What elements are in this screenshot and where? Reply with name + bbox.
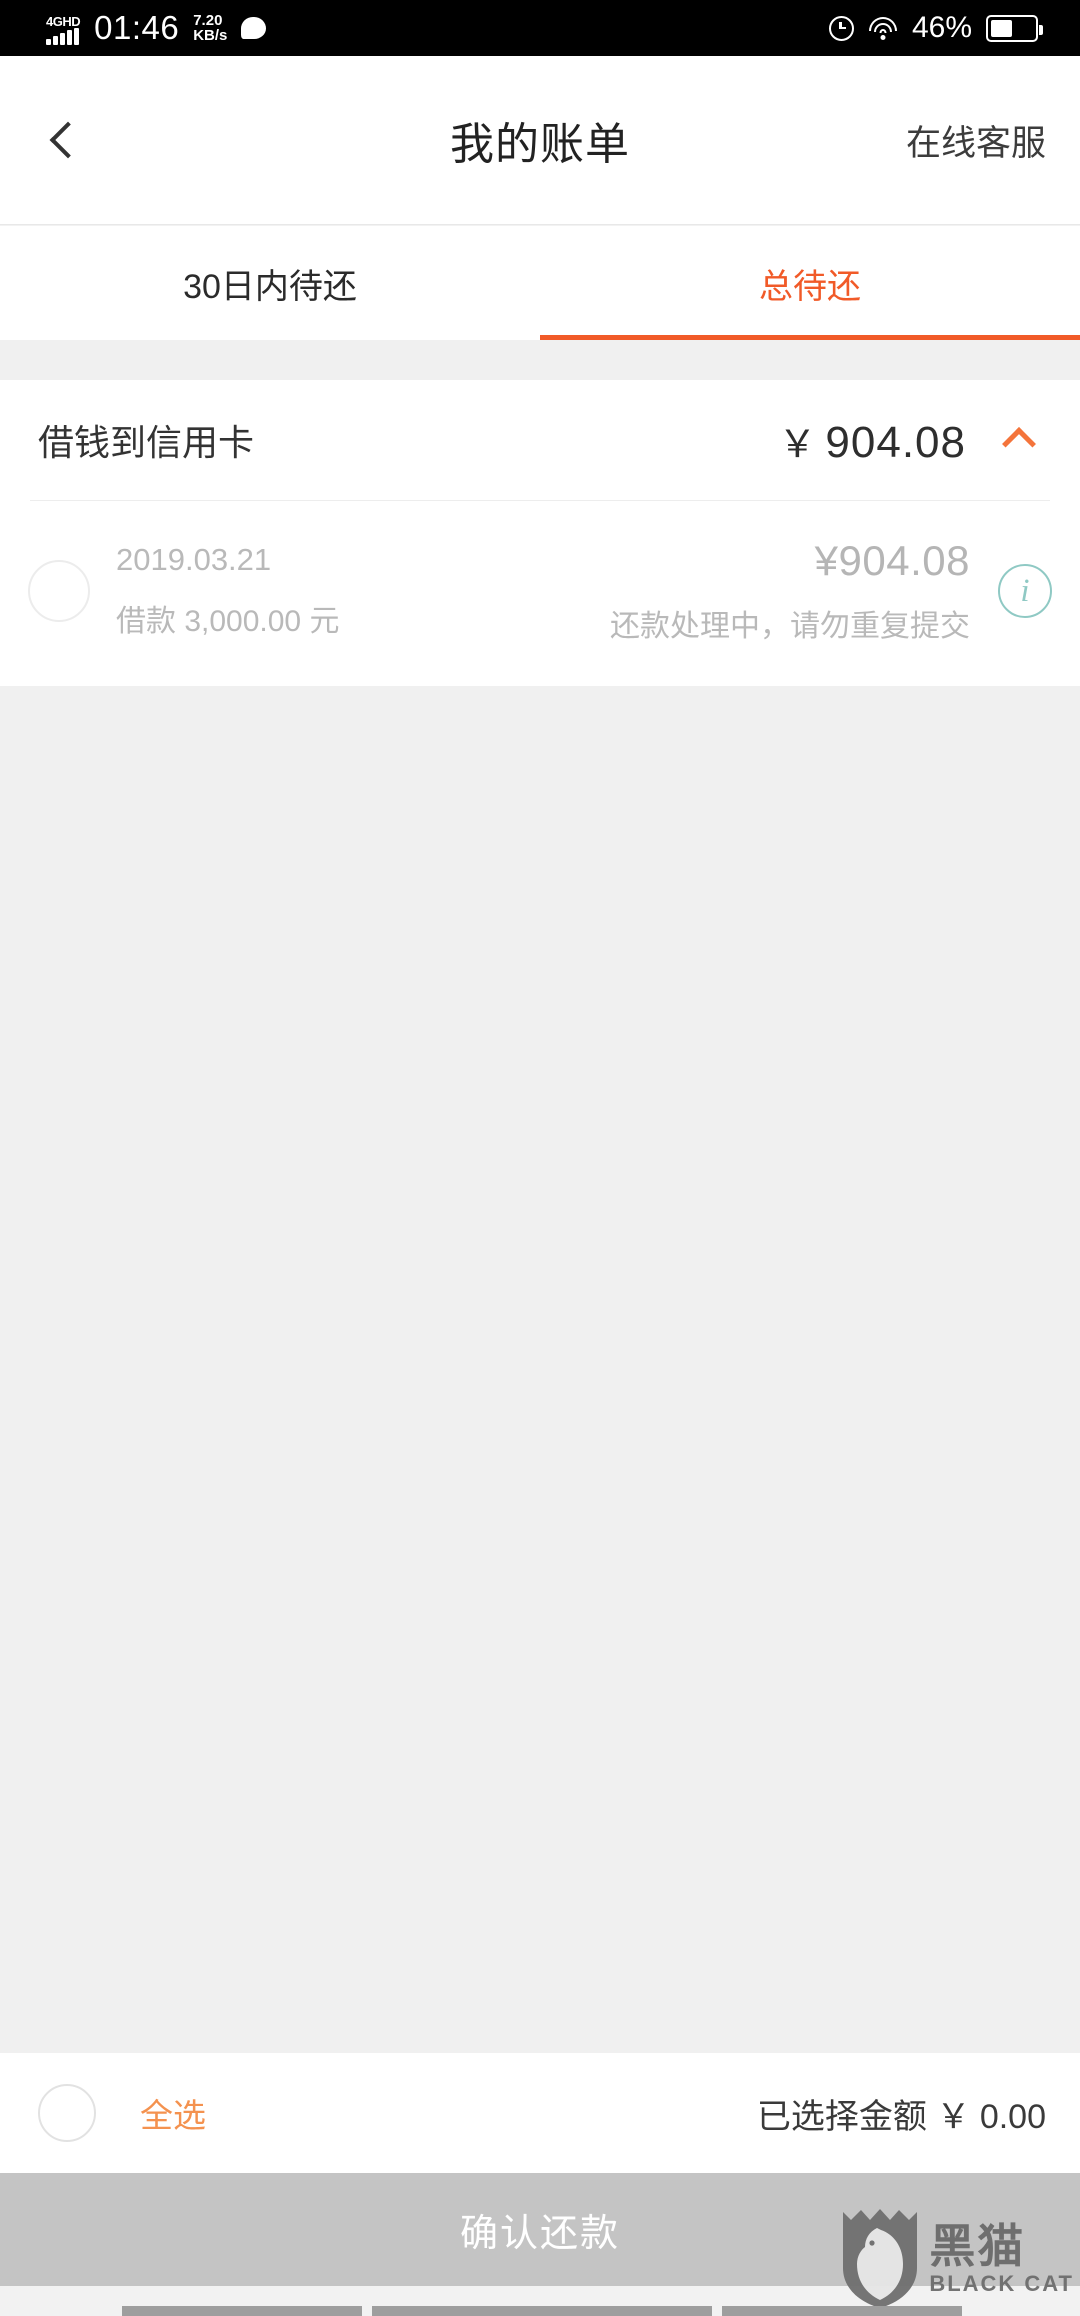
nav-back-hint[interactable] <box>122 2306 362 2316</box>
collapse-toggle-button[interactable] <box>992 425 1046 461</box>
tab-due-within-30-days[interactable]: 30日内待还 <box>0 226 540 340</box>
row-checkbox[interactable] <box>28 560 90 622</box>
watermark-text: 黑猫 BLACK CAT <box>929 2220 1074 2296</box>
tab-label: 30日内待还 <box>183 267 357 306</box>
tab-label: 总待还 <box>759 267 861 306</box>
row-right-info: ¥904.08 还款处理中，请勿重复提交 <box>610 537 976 645</box>
select-all-label[interactable]: 全选 <box>140 2089 206 2137</box>
signal-strength-icon: 4GHD <box>46 11 81 45</box>
chevron-left-icon <box>49 121 87 159</box>
empty-content-area <box>0 686 1080 2053</box>
message-bubble-icon <box>241 17 267 39</box>
chevron-up-icon <box>1002 426 1036 461</box>
row-status: 还款处理中，请勿重复提交 <box>610 610 970 643</box>
row-amount: ¥904.08 <box>814 537 970 584</box>
status-bar-right: 46% <box>828 11 1080 45</box>
select-all-checkbox[interactable] <box>38 2084 96 2142</box>
bill-card: 借钱到信用卡 ￥ 904.08 2019.03.21 借款 3,000.00 元 … <box>0 380 1080 693</box>
network-type-label: 4GHD <box>46 14 81 29</box>
bill-card-total: ￥ 904.08 <box>778 413 966 468</box>
network-speed-value: 7.20 <box>193 12 223 29</box>
selected-amount-label: 已选择金额 ￥ 0.00 <box>756 2097 1046 2136</box>
confirm-repayment-label: 确认还款 <box>459 2213 620 2255</box>
nav-recents-hint[interactable] <box>722 2306 962 2316</box>
info-icon-glyph: i <box>1020 572 1030 609</box>
android-navigation-bar <box>0 2290 1080 2316</box>
back-button[interactable] <box>30 102 106 178</box>
network-speed-unit: KB/s <box>193 27 228 44</box>
app-header: 我的账单 在线客服 <box>0 56 1080 225</box>
nav-home-hint[interactable] <box>372 2306 712 2316</box>
signal-bars-icon <box>46 28 79 45</box>
status-bar: 4GHD 01:46 7.20 KB/s 46% <box>0 0 1080 56</box>
currency-symbol: ￥ <box>778 423 818 466</box>
battery-percent-label: 46% <box>911 11 972 44</box>
row-date: 2019.03.21 <box>116 542 272 577</box>
status-bar-clock: 01:46 <box>94 9 180 46</box>
info-icon[interactable]: i <box>998 564 1052 618</box>
online-support-button[interactable]: 在线客服 <box>906 115 1046 166</box>
row-principal: 借款 3,000.00 元 <box>116 605 340 638</box>
tab-bar: 30日内待还 总待还 <box>0 226 1080 340</box>
bill-card-total-value: 904.08 <box>825 417 966 467</box>
battery-icon <box>986 14 1043 42</box>
table-row[interactable]: 2019.03.21 借款 3,000.00 元 ¥904.08 还款处理中，请… <box>0 501 1080 689</box>
phone-screen: 4GHD 01:46 7.20 KB/s 46% 我的账单 在线客服 30日内待… <box>0 0 1080 2316</box>
section-gap <box>0 340 1080 380</box>
row-left-info: 2019.03.21 借款 3,000.00 元 <box>116 542 339 640</box>
watermark-cn-label: 黑猫 <box>929 2220 1026 2272</box>
network-speed: 7.20 KB/s <box>193 13 227 43</box>
select-all-bar: 全选 已选择金额 ￥ 0.00 <box>0 2053 1080 2173</box>
status-bar-left: 4GHD 01:46 7.20 KB/s <box>0 9 267 47</box>
bill-card-header[interactable]: 借钱到信用卡 ￥ 904.08 <box>0 380 1080 500</box>
alarm-clock-icon <box>828 15 854 41</box>
tab-total-due[interactable]: 总待还 <box>540 226 1080 340</box>
bill-card-title: 借钱到信用卡 <box>38 422 255 463</box>
wifi-icon <box>868 16 898 40</box>
